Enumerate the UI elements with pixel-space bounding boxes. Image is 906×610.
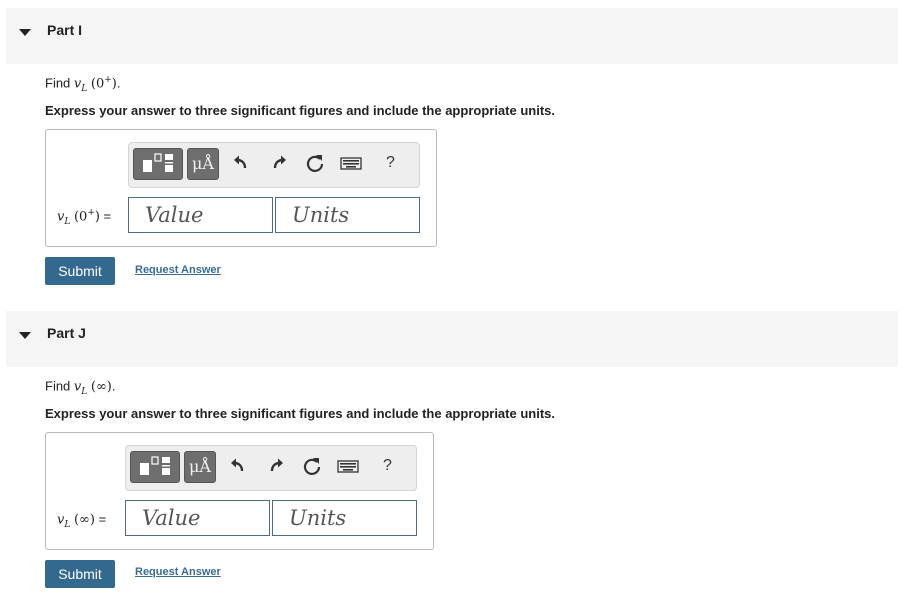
units-icon: μÅ [189, 457, 211, 476]
instruction-text: Express your answer to three significant… [45, 406, 555, 421]
units-input[interactable] [276, 198, 419, 232]
collapse-triangle-icon[interactable] [19, 29, 31, 36]
reset-icon[interactable] [303, 153, 327, 177]
part-i-header[interactable]: Part I [6, 8, 898, 64]
keyboard-icon[interactable] [339, 153, 363, 177]
argument: (0 [90, 76, 105, 92]
answer-label: vL (∞) = [57, 511, 106, 530]
help-icon[interactable]: ? [383, 457, 392, 475]
answer-label: vL (0+) = [57, 208, 111, 227]
question-prompt: Find vL (0+). [45, 75, 120, 94]
keyboard-icon[interactable] [336, 456, 360, 480]
request-answer-link[interactable]: Request Answer [135, 264, 221, 276]
undo-icon[interactable] [229, 153, 253, 177]
argument: (∞ [73, 512, 90, 528]
equals-sign: = [99, 208, 112, 224]
part-title: Part J [47, 325, 86, 341]
variable-subscript: L [64, 519, 71, 530]
value-field[interactable] [125, 500, 270, 536]
value-input[interactable] [126, 501, 269, 535]
templates-icon [140, 456, 170, 475]
prompt-period: . [111, 378, 116, 394]
argument-superscript: + [104, 75, 112, 85]
submit-button[interactable]: Submit [45, 257, 115, 285]
units-button[interactable]: μÅ [187, 148, 219, 180]
submit-button[interactable]: Submit [45, 560, 115, 588]
templates-button[interactable] [130, 451, 180, 483]
prompt-text: Find [45, 75, 74, 91]
argument: (∞ [90, 379, 107, 395]
value-field[interactable] [128, 197, 273, 233]
redo-icon[interactable] [267, 153, 291, 177]
prompt-period: . [116, 75, 121, 91]
units-field[interactable] [272, 500, 417, 536]
redo-icon[interactable] [264, 456, 288, 480]
help-icon[interactable]: ? [386, 154, 395, 172]
variable-subscript: L [81, 83, 88, 94]
reset-icon[interactable] [300, 456, 324, 480]
units-button[interactable]: μÅ [184, 451, 216, 483]
math-toolbar: μÅ ? [128, 142, 420, 188]
variable-subscript: L [64, 216, 71, 227]
units-icon: μÅ [192, 154, 214, 173]
answer-box: μÅ ? vL (∞) = [45, 432, 434, 550]
math-toolbar: μÅ ? [125, 445, 417, 491]
prompt-text: Find [45, 378, 74, 394]
part-j-header[interactable]: Part J [6, 311, 898, 367]
argument-superscript: + [87, 208, 95, 218]
answer-box: μÅ ? vL (0+) = [45, 129, 437, 247]
templates-button[interactable] [133, 148, 183, 180]
variable-subscript: L [81, 386, 88, 397]
argument: (0 [73, 209, 88, 225]
instruction-text: Express your answer to three significant… [45, 103, 555, 118]
units-field[interactable] [275, 197, 420, 233]
templates-icon [143, 153, 173, 172]
part-title: Part I [47, 22, 83, 38]
value-input[interactable] [129, 198, 272, 232]
request-answer-link[interactable]: Request Answer [135, 566, 221, 578]
collapse-triangle-icon[interactable] [19, 332, 31, 339]
question-prompt: Find vL (∞). [45, 378, 115, 397]
units-input[interactable] [273, 501, 416, 535]
undo-icon[interactable] [226, 456, 250, 480]
equals-sign: = [94, 511, 107, 527]
